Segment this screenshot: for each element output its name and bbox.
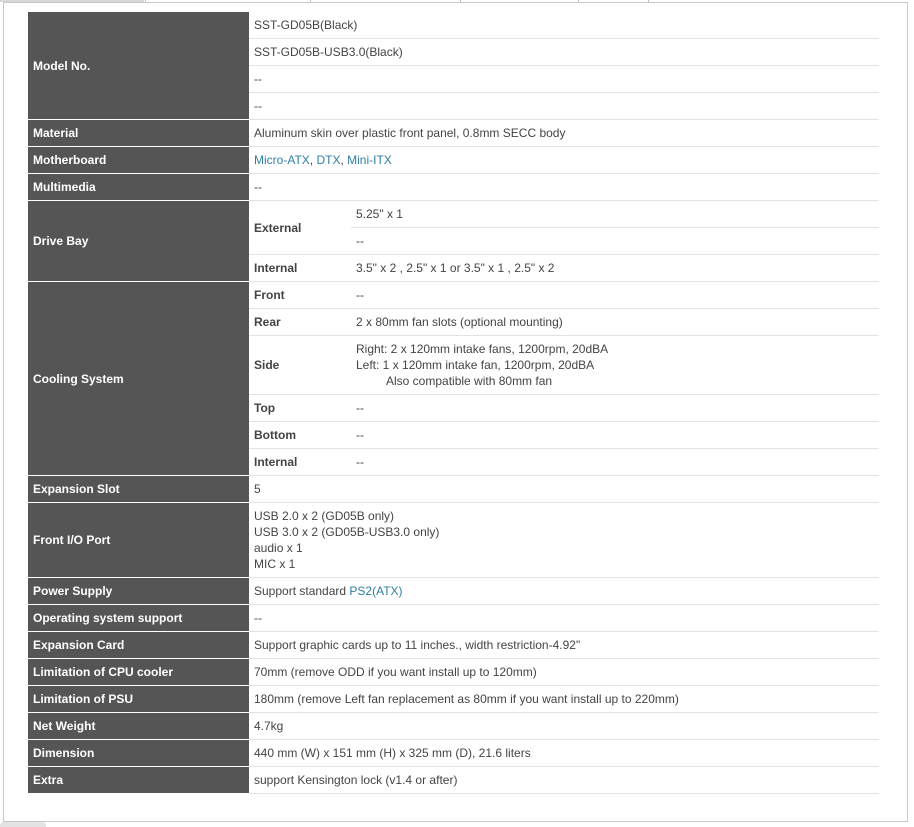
spec-table: Model No. SST-GD05B(Black) SST-GD05B-USB… <box>28 12 879 794</box>
row-label: Limitation of CPU cooler <box>28 658 249 686</box>
row-label: Motherboard <box>28 146 249 174</box>
motherboard-value: Micro-ATX, DTX, Mini-ITX <box>249 146 879 174</box>
rear-cooling-value: 2 x 80mm fan slots (optional mounting) <box>351 308 879 336</box>
table-row: Extra support Kensington lock (v1.4 or a… <box>28 766 879 794</box>
io-line: MIC x 1 <box>254 557 296 571</box>
model-number-value: -- <box>249 92 879 120</box>
table-row: Model No. SST-GD05B(Black) <box>28 12 879 120</box>
sub-label: Internal <box>249 448 351 476</box>
table-row: Limitation of CPU cooler 70mm (remove OD… <box>28 658 879 686</box>
side-line: Right: 2 x 120mm intake fans, 1200rpm, 2… <box>356 342 609 356</box>
sub-label: External <box>249 200 351 255</box>
table-row: Material Aluminum skin over plastic fron… <box>28 119 879 147</box>
table-row: Front I/O Port USB 2.0 x 2 (GD05B only) … <box>28 502 879 578</box>
dtx-link[interactable]: DTX <box>316 153 340 167</box>
table-row: Motherboard Micro-ATX, DTX, Mini-ITX <box>28 146 879 174</box>
bottom-tab[interactable] <box>0 822 46 827</box>
io-line: USB 2.0 x 2 (GD05B only) <box>254 509 395 523</box>
os-support-value: -- <box>249 604 879 632</box>
table-row: Dimension 440 mm (W) x 151 mm (H) x 325 … <box>28 739 879 767</box>
model-number-value: SST-GD05B-USB3.0(Black) <box>249 38 879 66</box>
sub-label: Front <box>249 281 351 309</box>
external-bay-value: -- <box>351 227 879 255</box>
multimedia-value: -- <box>249 173 879 201</box>
table-row: Multimedia -- <box>28 173 879 201</box>
row-label: Operating system support <box>28 604 249 632</box>
material-value: Aluminum skin over plastic front panel, … <box>249 119 879 147</box>
row-label: Limitation of PSU <box>28 685 249 713</box>
row-label: Material <box>28 119 249 147</box>
front-cooling-value: -- <box>351 281 879 309</box>
table-row: Expansion Slot 5 <box>28 475 879 503</box>
row-label: Multimedia <box>28 173 249 201</box>
top-cooling-value: -- <box>351 394 879 422</box>
power-supply-value: Support standard PS2(ATX) <box>249 577 879 605</box>
table-row: Expansion Card Support graphic cards up … <box>28 631 879 659</box>
row-label: Power Supply <box>28 577 249 605</box>
power-supply-text: Support standard <box>254 584 350 598</box>
row-label: Expansion Slot <box>28 475 249 503</box>
sub-label: Top <box>249 394 351 422</box>
psu-limit-value: 180mm (remove Left fan replacement as 80… <box>249 685 879 713</box>
table-row: Net Weight 4.7kg <box>28 712 879 740</box>
side-line: Also compatible with 80mm fan <box>386 374 553 388</box>
model-number-value: -- <box>249 65 879 93</box>
table-row: Power Supply Support standard PS2(ATX) <box>28 577 879 605</box>
cpu-cooler-value: 70mm (remove ODD if you want install up … <box>249 658 879 686</box>
row-label: Front I/O Port <box>28 502 249 578</box>
micro-atx-link[interactable]: Micro-ATX <box>254 153 310 167</box>
front-io-value: USB 2.0 x 2 (GD05B only) USB 3.0 x 2 (GD… <box>249 502 879 578</box>
expansion-slot-value: 5 <box>249 475 879 503</box>
net-weight-value: 4.7kg <box>249 712 879 740</box>
sub-label: Rear <box>249 308 351 336</box>
io-line: audio x 1 <box>254 541 303 555</box>
table-row: Cooling System Front -- <box>28 281 879 476</box>
model-number-value: SST-GD05B(Black) <box>249 12 879 39</box>
internal-cooling-value: -- <box>351 448 879 476</box>
row-label: Model No. <box>28 12 249 120</box>
row-label: Cooling System <box>28 281 249 476</box>
expansion-card-value: Support graphic cards up to 11 inches., … <box>249 631 879 659</box>
internal-bay-value: 3.5" x 2 , 2.5" x 1 or 3.5" x 1 , 2.5" x… <box>351 254 879 282</box>
ps2-atx-link[interactable]: PS2(ATX) <box>349 584 402 598</box>
mini-itx-link[interactable]: Mini-ITX <box>347 153 392 167</box>
sub-label: Side <box>249 335 351 395</box>
row-label: Dimension <box>28 739 249 767</box>
sub-label: Bottom <box>249 421 351 449</box>
side-cooling-value: Right: 2 x 120mm intake fans, 1200rpm, 2… <box>351 335 879 395</box>
external-bay-value: 5.25" x 1 <box>351 200 879 228</box>
bottom-cooling-value: -- <box>351 421 879 449</box>
table-row: Operating system support -- <box>28 604 879 632</box>
table-row: Drive Bay External 5.25" x 1 <box>28 200 879 282</box>
io-line: USB 3.0 x 2 (GD05B-USB3.0 only) <box>254 525 440 539</box>
row-label: Drive Bay <box>28 200 249 282</box>
row-label: Extra <box>28 766 249 794</box>
extra-value: support Kensington lock (v1.4 or after) <box>249 766 879 794</box>
side-line: Left: 1 x 120mm intake fan, 1200rpm, 20d… <box>356 358 595 372</box>
table-row: Limitation of PSU 180mm (remove Left fan… <box>28 685 879 713</box>
row-label: Expansion Card <box>28 631 249 659</box>
row-label: Net Weight <box>28 712 249 740</box>
sub-label: Internal <box>249 254 351 282</box>
dimension-value: 440 mm (W) x 151 mm (H) x 325 mm (D), 21… <box>249 739 879 767</box>
